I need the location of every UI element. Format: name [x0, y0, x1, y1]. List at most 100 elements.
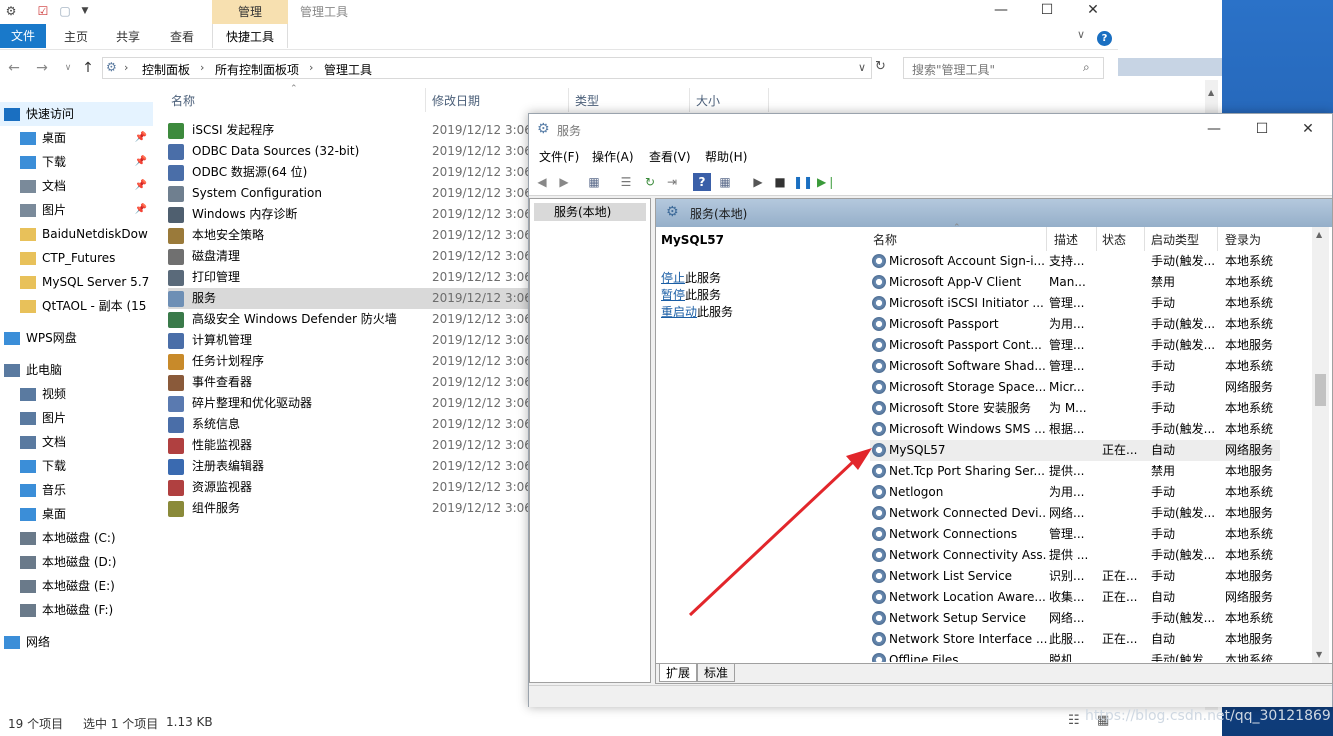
service-row[interactable]: Microsoft Passport 为用... 手动(触发... 本地系统 [870, 314, 1280, 335]
file-row[interactable]: Windows 内存诊断 2019/12/12 3:06 [168, 204, 532, 225]
column-header-name[interactable]: 名称 [873, 231, 897, 248]
pin-icon[interactable]: 📌 [135, 150, 147, 174]
file-row[interactable]: 碎片整理和优化驱动器 2019/12/12 3:06 [168, 393, 532, 414]
nav-item[interactable]: 下载 [0, 454, 153, 478]
file-row[interactable]: 资源监视器 2019/12/12 3:06 [168, 477, 532, 498]
back-arrow-icon[interactable]: ◀ [533, 173, 551, 191]
breadcrumb-separator-icon[interactable]: › [309, 61, 313, 74]
quick-access-dropdown-icon[interactable]: ▼ [77, 3, 93, 19]
service-row[interactable]: Network Connectivity Ass... 提供 ... 手动(触发..… [870, 545, 1280, 566]
services-close-button[interactable]: ✕ [1285, 118, 1331, 140]
search-icon[interactable]: ⌕ [1083, 60, 1090, 75]
tree-item-services-local[interactable]: 服务(本地) [534, 203, 646, 221]
nav-item[interactable]: 本地磁盘 (D:) [0, 550, 153, 574]
column-divider[interactable] [568, 88, 569, 112]
scroll-up-icon[interactable]: ▲ [1208, 88, 1214, 97]
service-row[interactable]: Network List Service 识别... 正在... 手动 本地服务 [870, 566, 1280, 587]
services-maximize-button[interactable]: ☐ [1239, 118, 1285, 140]
file-row[interactable]: iSCSI 发起程序 2019/12/12 3:06 [168, 120, 532, 141]
column-header-status[interactable]: 状态 [1102, 231, 1126, 248]
service-row[interactable]: Microsoft App-V Client Man... 禁用 本地系统 [870, 272, 1280, 293]
help-icon[interactable]: ? [1097, 31, 1112, 46]
nav-item[interactable]: 音乐 [0, 478, 153, 502]
column-divider[interactable] [425, 88, 426, 112]
menu-help[interactable]: 帮助(H) [705, 148, 747, 165]
service-row[interactable]: Microsoft Store 安装服务 为 M... 手动 本地系统 [870, 398, 1280, 419]
column-divider[interactable] [768, 88, 769, 112]
restart-service-link[interactable]: 重启动 [661, 305, 697, 319]
nav-item[interactable]: 桌面 [0, 502, 153, 526]
nav-item[interactable]: 网络 [0, 630, 153, 654]
service-row[interactable]: Network Connected Devi... 网络... 手动(触发... 本地… [870, 503, 1280, 524]
pause-icon[interactable]: ❚❚ [793, 173, 813, 191]
breadcrumb-separator-icon[interactable]: › [124, 61, 128, 74]
tab-standard[interactable]: 标准 [697, 664, 736, 682]
refresh-icon[interactable]: ↻ [641, 173, 659, 191]
service-row[interactable]: Network Store Interface ... 此服... 正在... 自动 本… [870, 629, 1280, 650]
details-view-icon[interactable]: ☷ [1068, 713, 1080, 728]
file-row[interactable]: 计算机管理 2019/12/12 3:06 [168, 330, 532, 351]
services-scrollbar[interactable] [1312, 227, 1329, 663]
nav-item[interactable]: 本地磁盘 (E:) [0, 574, 153, 598]
column-divider[interactable] [1046, 227, 1047, 251]
column-header-description[interactable]: 描述 [1054, 231, 1078, 248]
start-icon[interactable]: ▶ [749, 173, 767, 191]
breadcrumb-separator-icon[interactable]: › [200, 61, 204, 74]
menu-action[interactable]: 操作(A) [592, 148, 634, 165]
restart-icon[interactable]: ▶❘ [817, 173, 836, 191]
file-row[interactable]: 本地安全策略 2019/12/12 3:06 [168, 225, 532, 246]
file-row[interactable]: ODBC 数据源(64 位) 2019/12/12 3:06 [168, 162, 532, 183]
column-header-logon-as[interactable]: 登录为 [1225, 231, 1261, 248]
pause-service-link[interactable]: 暂停 [661, 288, 685, 302]
service-row[interactable]: Microsoft iSCSI Initiator ... 管理... 手动 本地系统 [870, 293, 1280, 314]
file-row[interactable]: 任务计划程序 2019/12/12 3:06 [168, 351, 532, 372]
nav-item[interactable]: 图片 [0, 406, 153, 430]
service-row[interactable]: Microsoft Account Sign-i... 支持... 手动(触发...… [870, 251, 1280, 272]
file-row[interactable]: 打印管理 2019/12/12 3:06 [168, 267, 532, 288]
address-dropdown-icon[interactable]: ∨ [858, 61, 866, 74]
file-row[interactable]: 注册表编辑器 2019/12/12 3:06 [168, 456, 532, 477]
stop-service-link[interactable]: 停止 [661, 271, 685, 285]
scrollbar-thumb[interactable] [1315, 374, 1326, 406]
column-divider[interactable] [1096, 227, 1097, 251]
service-row[interactable]: Microsoft Software Shad... 管理... 手动 本地系统 [870, 356, 1280, 377]
nav-item[interactable]: 快速访问 [0, 102, 153, 126]
up-arrow-icon[interactable]: ↑ [78, 58, 98, 78]
nav-item[interactable]: 视频 [0, 382, 153, 406]
back-arrow-icon[interactable]: ← [4, 58, 24, 78]
nav-item[interactable]: 本地磁盘 (C:) [0, 526, 153, 550]
breadcrumb-all-items[interactable]: 所有控制面板项 [215, 61, 299, 78]
service-row[interactable]: MySQL57 正在... 自动 网络服务 [870, 440, 1280, 461]
column-header-date[interactable]: 修改日期 [432, 92, 480, 109]
export-icon[interactable]: ⇥ [663, 173, 681, 191]
collapse-ribbon-icon[interactable]: ∨ [1077, 28, 1085, 41]
minimize-button[interactable]: — [978, 0, 1024, 22]
service-row[interactable]: Microsoft Storage Space... Micr... 手动 网络服务 [870, 377, 1280, 398]
file-row[interactable]: 高级安全 Windows Defender 防火墙 2019/12/12 3:06 [168, 309, 532, 330]
menu-file[interactable]: 文件(F) [539, 148, 579, 165]
nav-item[interactable]: BaiduNetdiskDow [0, 222, 153, 246]
list-icon[interactable]: ☰ [617, 173, 635, 191]
file-row[interactable]: 事件查看器 2019/12/12 3:06 [168, 372, 532, 393]
breadcrumb-control-panel[interactable]: 控制面板 [142, 61, 190, 78]
pin-icon[interactable]: 📌 [135, 198, 147, 222]
file-row[interactable]: 性能监视器 2019/12/12 3:06 [168, 435, 532, 456]
service-row[interactable]: Microsoft Passport Cont... 管理... 手动(触发... 本… [870, 335, 1280, 356]
service-row[interactable]: Microsoft Windows SMS ... 根据... 手动(触发... 本地… [870, 419, 1280, 440]
column-header-startup-type[interactable]: 启动类型 [1151, 231, 1199, 248]
show-tree-icon[interactable]: ▦ [585, 173, 603, 191]
maximize-button[interactable]: ☐ [1024, 0, 1070, 22]
column-header-type[interactable]: 类型 [575, 92, 599, 109]
nav-item[interactable]: QtTAOL - 副本 (15 [0, 294, 153, 318]
menu-view[interactable]: 查看(V) [649, 148, 691, 165]
properties-icon[interactable]: ▦ [716, 173, 734, 191]
scroll-up-icon[interactable]: ▲ [1316, 230, 1322, 239]
column-divider[interactable] [689, 88, 690, 112]
tab-view[interactable]: 查看 [164, 24, 200, 48]
help-icon[interactable]: ? [693, 173, 711, 191]
service-row[interactable]: Netlogon 为用... 手动 本地系统 [870, 482, 1280, 503]
forward-arrow-icon[interactable]: → [32, 58, 52, 78]
column-header-name[interactable]: 名称 [171, 92, 195, 109]
refresh-icon[interactable]: ↻ [875, 59, 886, 74]
nav-item[interactable]: MySQL Server 5.7 [0, 270, 153, 294]
